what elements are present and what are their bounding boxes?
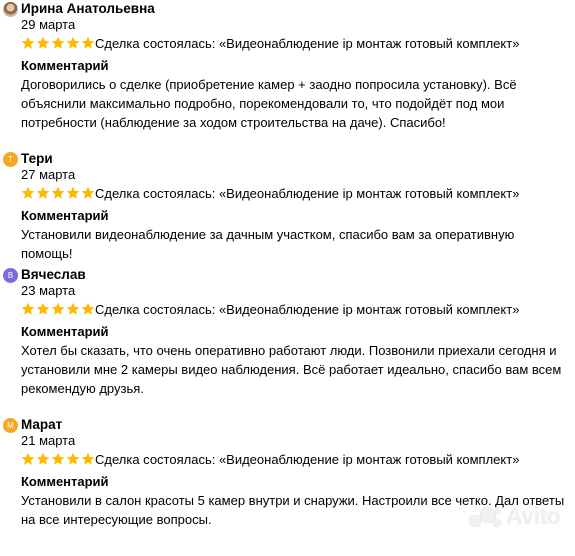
reviewer-name[interactable]: Марат [21,417,62,432]
star-icon [36,186,50,199]
star-icon [36,302,50,315]
review-item: Ирина Анатольевна 29 марта Сделка состояла… [0,0,575,140]
star-icon [81,452,95,465]
reviewer-name[interactable]: Вячеслав [21,267,86,282]
comment-text: Договорились о сделке (приобретение каме… [21,77,517,130]
reviewer-name[interactable]: Тери [21,151,53,166]
star-icon [51,186,65,199]
star-icon [81,36,95,49]
star-icon [36,452,50,465]
star-icon [66,36,80,49]
comment-heading: Комментарий [21,474,109,489]
star-icon [36,36,50,49]
star-icon [51,302,65,315]
avatar-letter: Т [8,154,13,164]
star-rating [21,35,95,51]
comment-heading: Комментарий [21,58,109,73]
avatar[interactable]: Т [3,152,18,167]
star-icon [81,302,95,315]
review-date: 27 марта [21,167,76,182]
star-rating [21,301,95,317]
comment-heading: Комментарий [21,208,109,223]
avatar-letter: М [7,420,14,430]
avatar[interactable]: В [3,268,18,283]
comment-heading: Комментарий [21,324,109,339]
deal-status: Сделка состоялась: «Видеонаблюдение ip м… [95,186,520,201]
comment-text: Хотел бы сказать, что очень оперативно р… [21,343,562,396]
star-icon [66,302,80,315]
review-item: М Марат 21 марта Сделка состоялась: «Видеон… [0,416,575,556]
review-date: 23 марта [21,283,76,298]
star-icon [21,452,35,465]
avito-watermark: Avito [468,503,561,530]
star-rating [21,451,95,467]
star-icon [21,186,35,199]
star-icon [66,452,80,465]
review-date: 21 марта [21,433,76,448]
star-icon [51,36,65,49]
avatar[interactable] [3,2,18,17]
deal-status: Сделка состоялась: «Видеонаблюдение ip м… [95,302,520,317]
reviewer-name[interactable]: Ирина Анатольевна [21,1,155,16]
star-icon [21,36,35,49]
deal-status: Сделка состоялась: «Видеонаблюдение ip м… [95,36,520,51]
star-icon [81,186,95,199]
watermark-text: Avito [506,503,561,529]
deal-status: Сделка состоялась: «Видеонаблюдение ip м… [95,452,520,467]
review-item: В Вячеслав 23 марта Сделка состоялась: «Вид… [0,266,575,406]
avito-logo-icon [468,506,502,527]
comment-text: Установили видеонаблюдение за дачным уча… [21,227,515,261]
star-icon [21,302,35,315]
star-rating [21,185,95,201]
avatar-letter: В [7,270,14,280]
star-icon [66,186,80,199]
avatar[interactable]: М [3,418,18,433]
star-icon [51,452,65,465]
review-date: 29 марта [21,17,76,32]
